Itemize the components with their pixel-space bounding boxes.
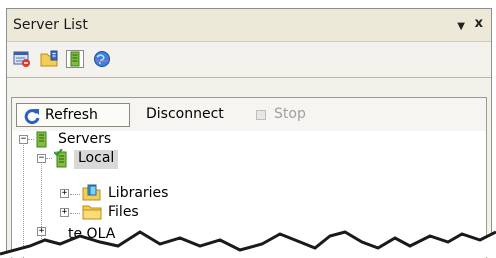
connected-server-icon <box>54 149 67 168</box>
stop-icon <box>256 110 266 120</box>
collapse-toggle[interactable]: − <box>19 135 28 144</box>
refresh-icon <box>24 109 40 125</box>
toolbar-divider <box>7 77 491 78</box>
refresh-button[interactable]: Refresh <box>16 103 130 127</box>
tree-connector <box>46 158 52 159</box>
panel-titlebar: Server List ▼ x <box>7 9 491 42</box>
refresh-label: Refresh <box>45 107 98 123</box>
server-tower-icon[interactable] <box>66 50 84 68</box>
expand-toggle[interactable]: + <box>60 189 69 198</box>
tree-item-libraries[interactable]: Libraries <box>108 185 168 201</box>
tree-connector <box>28 139 34 140</box>
libraries-folder-icon <box>82 184 101 201</box>
stop-button[interactable]: Stop <box>274 106 306 122</box>
close-icon[interactable]: x <box>475 17 483 31</box>
tree-item-servers[interactable]: Servers <box>58 131 111 147</box>
expand-toggle[interactable]: + <box>60 208 69 217</box>
server-list-panel: Server List ▼ x Refresh Disconnect Stop … <box>6 8 492 258</box>
server-properties-icon[interactable] <box>13 50 31 68</box>
tree-item-files[interactable]: Files <box>108 204 139 220</box>
folder-icon[interactable] <box>40 50 58 68</box>
command-bar: Refresh Disconnect Stop <box>11 97 487 131</box>
server-icon <box>36 131 47 148</box>
icon-toolbar <box>7 42 491 76</box>
files-folder-icon <box>82 205 102 220</box>
panel-title: Server List <box>13 17 88 33</box>
tree-item-local[interactable]: Local <box>78 150 114 166</box>
disconnect-button[interactable]: Disconnect <box>146 106 224 122</box>
tree-connector <box>70 213 80 214</box>
globe-icon[interactable] <box>93 50 111 68</box>
torn-edge-overlay <box>0 230 496 257</box>
pin-dropdown-icon[interactable]: ▼ <box>457 20 465 34</box>
collapse-toggle[interactable]: − <box>37 154 46 163</box>
tree-connector <box>70 194 80 195</box>
